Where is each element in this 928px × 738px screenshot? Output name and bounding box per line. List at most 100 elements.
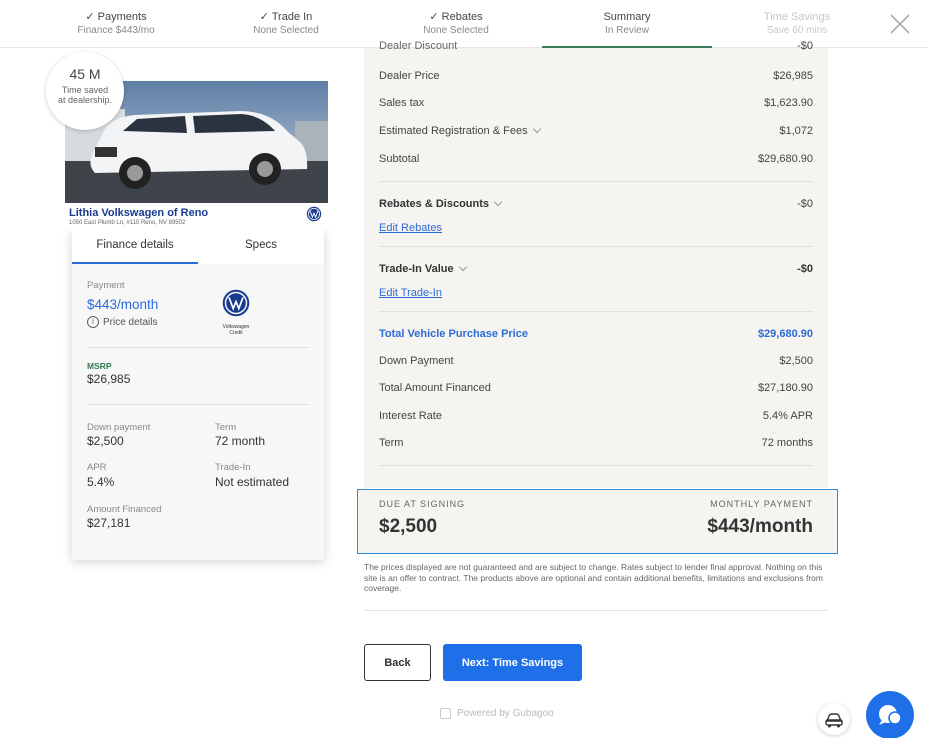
edit-rebates-link[interactable]: Edit Rebates [379,222,442,234]
trade-in-value-toggle[interactable]: Trade-In Value [379,262,467,275]
chat-bubble-icon [879,705,902,725]
vw-credit-logo-icon [222,289,250,317]
powered-by: Powered by Gubagoo [440,708,554,719]
trade-in-label: Trade-In [215,462,251,473]
step-title: ✓ Trade In [259,11,313,23]
summary-row-label: Total Amount Financed [379,382,491,394]
step-time-savings[interactable]: Time Savings Save 60 mins [712,11,882,38]
term-value: 72 month [215,434,266,448]
next-time-savings-button[interactable]: Next: Time Savings [443,644,582,681]
dealer-discount-value: -$0 [797,40,813,52]
payment-label: Payment [87,280,125,291]
trade-in-value-label: Trade-In Value [379,263,454,275]
summary-row-label: Interest Rate [379,410,442,422]
summary-row-label: Sales tax [379,97,425,109]
total-price-label: Total Vehicle Purchase Price [379,328,528,340]
rebates-discounts-toggle[interactable]: Rebates & Discounts [379,197,503,210]
divider [379,181,813,182]
step-subtitle: None Selected [253,25,319,36]
total-price-value: $29,680.90 [757,328,813,340]
monthly-payment-value: $443/month [707,516,813,537]
back-button[interactable]: Back [364,644,431,681]
rebates-label: Rebates & Discounts [379,198,490,210]
step-title: ✓ Payments [85,11,147,23]
summary-row-label: Down Payment [379,355,454,367]
step-trade-in[interactable]: ✓ Trade In None Selected [201,11,371,38]
monthly-payment-label: MONTHLY PAYMENT [710,499,813,509]
step-payments[interactable]: ✓ Payments Finance $443/mo [31,11,201,38]
dealer-discount-label: Dealer Discount [379,40,458,52]
step-title: Time Savings [763,11,831,23]
due-at-signing-label: DUE AT SIGNING [379,499,466,509]
card-tabs: Finance details Specs [72,230,324,264]
step-summary[interactable]: Summary In Review [542,11,712,38]
info-icon: i [87,316,99,328]
divider [379,465,813,466]
close-icon[interactable] [888,12,912,36]
summary-row-label: Term [379,437,404,449]
registration-fees-toggle[interactable]: Estimated Registration & Fees [379,124,541,137]
payment-value[interactable]: $443/month [87,297,158,312]
dealer-name: Lithia Volkswagen of Reno [69,207,209,219]
vw-logo-icon [306,206,322,222]
price-details-link[interactable]: i Price details [87,316,157,328]
lender-logo: Volkswagen Credit [219,289,253,336]
edit-trade-in-link[interactable]: Edit Trade-In [379,287,442,299]
divider [364,610,828,611]
divider [379,246,813,247]
time-saved-line1: Time saved [61,85,109,95]
payment-totals-box: DUE AT SIGNING $2,500 MONTHLY PAYMENT $4… [357,489,838,554]
amount-financed-value: $27,181 [87,516,131,530]
car-button[interactable] [818,703,850,735]
powered-by-text: Powered by Gubagoo [457,708,554,719]
time-saved-value: 45 M [69,66,101,82]
summary-row-value: $29,680.90 [757,153,813,165]
step-title: ✓ Rebates [429,11,483,23]
summary-row-value: 72 months [761,437,813,449]
price-details-label: Price details [103,316,158,328]
time-saved-line2: at dealership. [57,95,113,105]
summary-row-value: $1,072 [779,125,813,137]
rebates-value: -$0 [797,198,813,210]
car-icon [825,713,843,728]
summary-row-value: $2,500 [779,355,813,367]
msrp-label: MSRP [87,361,112,371]
summary-row-value: $26,985 [773,70,813,82]
step-rebates[interactable]: ✓ Rebates None Selected [371,11,541,38]
summary-row-label: Estimated Registration & Fees [379,125,528,137]
apr-value: 5.4% [87,475,115,489]
pricing-disclaimer: The prices displayed are not guaranteed … [364,562,823,593]
term-label: Term [215,422,237,433]
step-subtitle: Save 60 mins [766,25,828,36]
down-payment-label: Down payment [87,422,151,433]
amount-financed-label: Amount Financed [87,504,162,515]
apr-label: APR [87,462,107,473]
lender-caption: Volkswagen Credit [222,324,250,336]
step-subtitle: Finance $443/mo [77,25,155,36]
tab-specs[interactable]: Specs [198,230,324,264]
step-subtitle: In Review [605,25,649,36]
summary-row-value: 5.4% APR [762,410,813,422]
checkout-stepper: ✓ Payments Finance $443/mo ✓ Trade In No… [0,0,928,49]
divider [87,347,309,348]
time-saved-badge: 45 M Time saved at dealership. [46,52,124,130]
summary-row-value: $27,180.90 [757,382,813,394]
summary-row-value: $1,623.90 [764,97,813,109]
summary-row-label: Subtotal [379,153,420,165]
tab-finance-details[interactable]: Finance details [72,230,198,264]
chevron-down-icon [493,197,503,207]
divider [379,311,813,312]
summary-row-label: Dealer Price [379,70,440,82]
divider [87,404,309,405]
down-payment-value: $2,500 [87,434,124,448]
trade-in-value-amount: -$0 [797,263,813,275]
gubagoo-logo-icon [440,708,451,719]
chevron-down-icon [532,124,541,134]
step-subtitle: None Selected [423,25,489,36]
dealer-info: Lithia Volkswagen of Reno 1050 East Plum… [65,203,328,230]
due-at-signing-value: $2,500 [379,516,438,537]
step-title: Summary [603,11,651,23]
msrp-value: $26,985 [87,372,131,386]
chevron-down-icon [458,262,467,272]
chat-button[interactable] [866,691,914,738]
